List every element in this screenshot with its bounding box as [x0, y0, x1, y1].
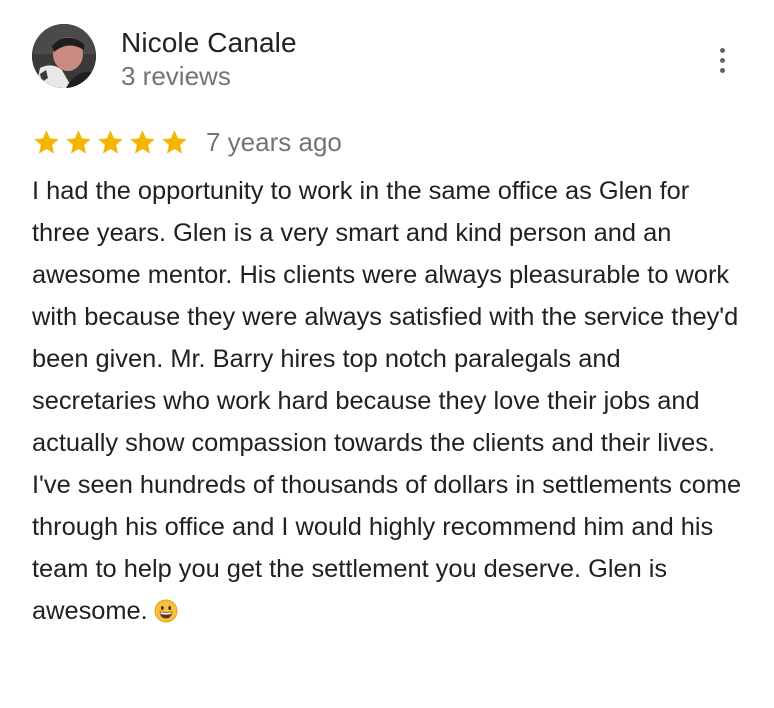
star-icon: [162, 129, 187, 154]
avatar-photo: [32, 24, 96, 88]
review-text: I had the opportunity to work in the sam…: [32, 170, 747, 632]
reviewer-review-count[interactable]: 3 reviews: [121, 60, 231, 92]
star-icon: [34, 129, 59, 154]
review-card: Nicole Canale 3 reviews 7 years ago I ha…: [0, 0, 774, 708]
more-options-button[interactable]: [705, 42, 739, 78]
star-icon: [66, 129, 91, 154]
star-rating: [32, 128, 189, 157]
grinning-face-emoji: [154, 594, 178, 623]
reviewer-avatar[interactable]: [32, 24, 96, 88]
more-vert-icon: [719, 47, 725, 53]
review-date: 7 years ago: [206, 127, 342, 157]
rating-row: 7 years ago: [32, 124, 342, 160]
review-text-content: I had the opportunity to work in the sam…: [32, 177, 742, 625]
reviewer-name[interactable]: Nicole Canale: [121, 25, 297, 61]
star-icon: [130, 129, 155, 154]
star-icon: [98, 129, 123, 154]
